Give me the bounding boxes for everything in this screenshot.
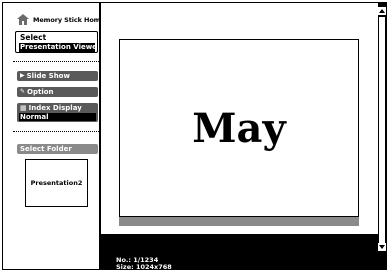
index-display-label: Index Display (28, 104, 82, 112)
option-button[interactable]: ✎ Option (17, 87, 98, 97)
home-label: Memory Stick Home (33, 16, 105, 24)
select-title: Select (20, 33, 47, 42)
folder-name: Presentation2 (30, 179, 83, 187)
slide-area: May (101, 3, 378, 234)
slide-shadow (119, 217, 359, 226)
presentation-viewer-screen: Memory Stick Home Select Presentation Vi… (0, 0, 390, 273)
memory-stick-home-button[interactable]: Memory Stick Home (17, 12, 105, 28)
option-icon: ✎ (20, 88, 26, 95)
select-folder-button[interactable]: Select Folder (17, 144, 98, 154)
slide[interactable]: May (119, 39, 359, 217)
slide-size: Size: 1024x768 (116, 263, 172, 271)
slide-viewer: May No.: 1/1234 Size: 1024x768 (101, 3, 378, 271)
info-bar: No.: 1/1234 Size: 1024x768 (101, 234, 378, 271)
divider-line (13, 131, 99, 132)
selected-application: Presentation Viewer (19, 43, 95, 52)
slide-text: May (192, 104, 286, 152)
slideshow-icon: ▶ (20, 72, 25, 79)
folder-thumbnail[interactable]: Presentation2 (25, 159, 88, 207)
slide-show-button[interactable]: ▶ Slide Show (17, 71, 98, 81)
scroll-down-icon[interactable] (378, 243, 386, 251)
grid-icon: ▦ (20, 104, 27, 112)
vertical-scrollbar[interactable] (378, 3, 386, 269)
option-label: Option (27, 88, 54, 96)
scroll-up-icon[interactable] (378, 7, 386, 15)
scroll-thumb[interactable] (379, 17, 385, 243)
house-icon (17, 14, 29, 26)
index-display-button[interactable]: ▦ Index Display Normal (17, 103, 98, 122)
select-application-box[interactable]: Select Presentation Viewer (15, 31, 98, 53)
slide-show-label: Slide Show (26, 72, 70, 80)
divider-line (13, 61, 99, 62)
index-display-value: Normal (19, 113, 96, 121)
left-panel: Memory Stick Home Select Presentation Vi… (3, 3, 105, 269)
